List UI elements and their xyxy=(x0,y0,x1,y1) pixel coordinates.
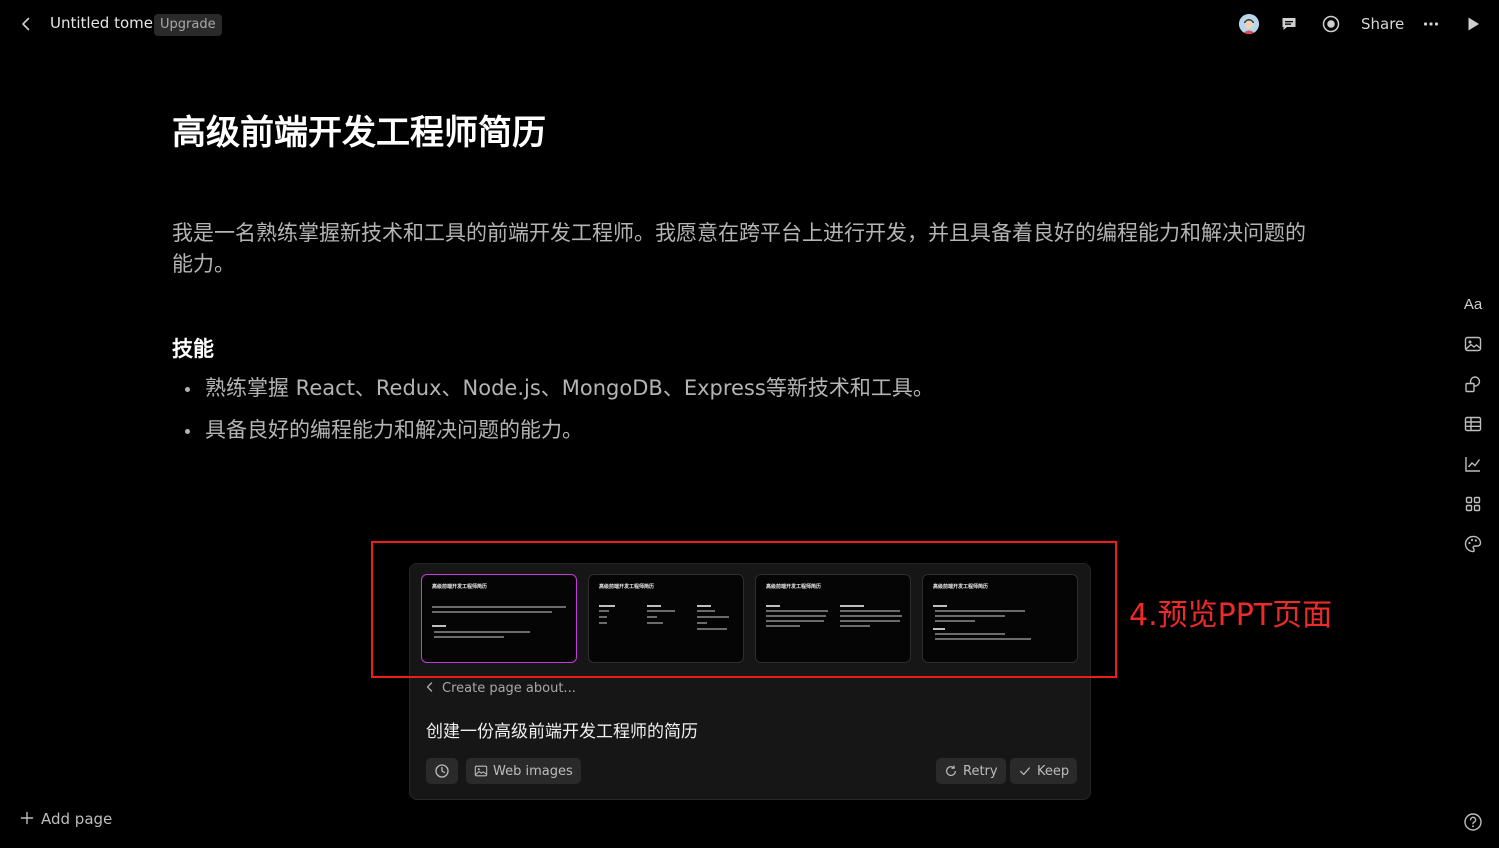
skills-list: 熟练掌握 React、Redux、Node.js、MongoDB、Express… xyxy=(182,372,1282,456)
more-icon[interactable] xyxy=(1421,14,1441,34)
record-icon[interactable] xyxy=(1321,14,1341,34)
help-icon[interactable] xyxy=(1463,812,1483,832)
image-icon xyxy=(474,765,488,777)
comment-icon[interactable] xyxy=(1279,14,1299,34)
list-item[interactable]: 熟练掌握 React、Redux、Node.js、MongoDB、Express… xyxy=(182,372,1282,404)
page-heading[interactable]: 高级前端开发工程师简历 xyxy=(172,105,546,154)
clock-icon xyxy=(435,764,449,778)
annotation-label: 4.预览PPT页面 xyxy=(1129,598,1333,633)
add-page-button[interactable]: Add page xyxy=(20,810,112,828)
image-icon[interactable] xyxy=(1461,332,1485,356)
intro-paragraph[interactable]: 我是一名熟练掌握新技术和工具的前端开发工程师。我愿意在跨平台上进行开发，并且具备… xyxy=(172,218,1322,280)
slide-preview-title: 高级前端开发工程师简历 xyxy=(766,584,822,590)
right-toolbar: Aa xyxy=(1461,292,1485,572)
share-button[interactable]: Share xyxy=(1361,15,1404,33)
page-generator-panel: 高级前端开发工程师简历 高级前端开发工程师简历 高级前端开发工程师简历 高级前端… xyxy=(409,563,1091,800)
create-page-about-label: Create page about... xyxy=(442,681,576,696)
keep-label: Keep xyxy=(1037,763,1070,779)
slide-preview-4[interactable]: 高级前端开发工程师简历 xyxy=(922,574,1078,663)
history-button[interactable] xyxy=(426,758,458,784)
table-icon[interactable] xyxy=(1461,412,1485,436)
prompt-text[interactable]: 创建一份高级前端开发工程师的简历 xyxy=(426,717,698,742)
grid-icon[interactable] xyxy=(1461,492,1485,516)
add-page-label: Add page xyxy=(41,810,113,828)
slide-preview-3[interactable]: 高级前端开发工程师简历 xyxy=(755,574,911,663)
play-icon[interactable] xyxy=(1463,14,1483,34)
slide-preview-title: 高级前端开发工程师简历 xyxy=(933,584,989,590)
slide-preview-2[interactable]: 高级前端开发工程师简历 xyxy=(588,574,744,663)
top-bar: Untitled tome Upgrade Share xyxy=(0,0,1499,48)
text-tool-label: Aa xyxy=(1463,295,1483,313)
retry-label: Retry xyxy=(963,763,998,779)
upgrade-button[interactable]: Upgrade xyxy=(154,14,222,36)
palette-icon[interactable] xyxy=(1461,532,1485,556)
chevron-left-icon xyxy=(426,682,433,692)
slide-preview-title: 高级前端开发工程师简历 xyxy=(599,584,655,590)
back-arrow-icon[interactable] xyxy=(16,14,36,34)
create-page-about-button[interactable]: Create page about... xyxy=(424,681,576,696)
keep-button[interactable]: Keep xyxy=(1010,758,1078,784)
refresh-icon xyxy=(946,765,956,776)
text-icon[interactable]: Aa xyxy=(1461,292,1485,316)
skills-heading[interactable]: 技能 xyxy=(172,333,214,363)
list-item[interactable]: 具备良好的编程能力和解决问题的能力。 xyxy=(182,414,1282,446)
shapes-icon[interactable] xyxy=(1461,372,1485,396)
chart-icon[interactable] xyxy=(1461,452,1485,476)
check-icon xyxy=(1020,767,1030,776)
slide-previews: 高级前端开发工程师简历 高级前端开发工程师简历 高级前端开发工程师简历 高级前端… xyxy=(421,574,1081,664)
web-images-label: Web images xyxy=(493,763,573,779)
web-images-button[interactable]: Web images xyxy=(466,758,581,784)
document-title[interactable]: Untitled tome xyxy=(50,14,153,32)
avatar[interactable] xyxy=(1239,14,1259,34)
slide-preview-title: 高级前端开发工程师简历 xyxy=(432,584,488,590)
top-right-actions: Share xyxy=(1219,0,1499,48)
slide-preview-1[interactable]: 高级前端开发工程师简历 xyxy=(421,574,577,663)
plus-icon xyxy=(20,811,34,825)
retry-button[interactable]: Retry xyxy=(936,758,1006,784)
